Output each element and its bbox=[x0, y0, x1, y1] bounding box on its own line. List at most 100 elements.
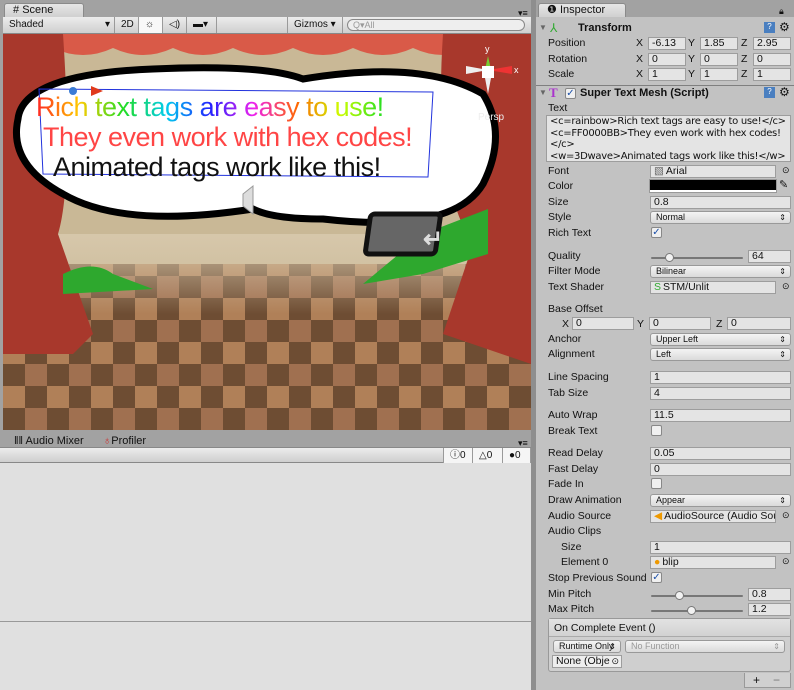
maxpitch-slider[interactable] bbox=[651, 606, 743, 615]
svg-text:x: x bbox=[514, 65, 519, 75]
linespacing-field[interactable]: 1 bbox=[650, 371, 791, 384]
help-icon[interactable]: ? bbox=[764, 22, 775, 33]
font-object-field[interactable]: ▧ Arial bbox=[650, 165, 776, 178]
axis-z-label: Z bbox=[741, 53, 748, 65]
audiosource-object-field[interactable]: ◀ AudioSource (Audio Sou bbox=[650, 510, 776, 523]
lighting-toggle[interactable]: ☼ bbox=[139, 17, 163, 33]
rotation-y-field[interactable]: 0 bbox=[700, 53, 738, 66]
style-dropdown[interactable]: Normal bbox=[650, 211, 791, 224]
filter-dropdown[interactable]: Bilinear bbox=[650, 265, 791, 278]
position-z-field[interactable]: 2.95 bbox=[753, 37, 791, 50]
error-toggle[interactable]: ●0 bbox=[503, 448, 531, 464]
size-label: Size bbox=[548, 196, 569, 208]
search-icon: Q▾ bbox=[353, 20, 365, 30]
element0-object-field[interactable]: ● blip bbox=[650, 556, 776, 569]
axis-x-label: X bbox=[562, 318, 570, 330]
shading-dropdown[interactable]: Shaded ▾ bbox=[3, 17, 115, 33]
align-label: Alignment bbox=[548, 348, 595, 360]
autowrap-field[interactable]: 11.5 bbox=[650, 409, 791, 422]
audio-toggle[interactable]: ◁) bbox=[163, 17, 187, 33]
eyedropper-icon[interactable]: ✎ bbox=[779, 178, 788, 191]
transform-header[interactable]: ▼ ⅄ Transform ? ⚙ bbox=[536, 20, 794, 37]
lock-icon[interactable]: 🔒︎ bbox=[779, 6, 784, 17]
scale-x-field[interactable]: 1 bbox=[648, 68, 686, 81]
effects-dropdown[interactable]: ▬▾ bbox=[187, 17, 217, 33]
rich-checkbox[interactable]: ✓ bbox=[651, 227, 662, 238]
console-area bbox=[0, 463, 531, 690]
color-swatch[interactable] bbox=[649, 179, 777, 193]
font-icon: ▧ bbox=[654, 165, 664, 177]
component-enabled-checkbox[interactable]: ✓ bbox=[565, 88, 576, 99]
console-divider[interactable] bbox=[0, 621, 531, 622]
tab-inspector[interactable]: ❶ Inspector bbox=[538, 3, 626, 17]
tabsize-field[interactable]: 4 bbox=[650, 387, 791, 400]
warning-toggle[interactable]: △0 bbox=[473, 448, 503, 464]
info-toggle[interactable]: ⓘ0 bbox=[443, 448, 473, 464]
stm-header[interactable]: ▼ T ✓ Super Text Mesh (Script) ? ⚙ bbox=[536, 85, 794, 102]
foldout-icon[interactable]: ▼ bbox=[539, 23, 547, 32]
base-offset-y-field[interactable]: 0 bbox=[649, 317, 711, 330]
tabsize-label: Tab Size bbox=[548, 387, 589, 399]
chevron-down-icon: ▾ bbox=[104, 19, 110, 30]
minpitch-field[interactable]: 0.8 bbox=[748, 588, 791, 601]
persp-label[interactable]: Persp bbox=[478, 112, 504, 123]
scene-search-input[interactable]: Q▾All bbox=[347, 19, 525, 31]
tab-profiler[interactable]: ♁Profiler bbox=[103, 435, 146, 447]
profiler-icon: ♁ bbox=[103, 435, 112, 447]
position-y-field[interactable]: 1.85 bbox=[700, 37, 738, 50]
rotation-z-field[interactable]: 0 bbox=[753, 53, 791, 66]
object-picker-icon[interactable]: ⊙ bbox=[782, 281, 790, 292]
breaktext-checkbox[interactable] bbox=[651, 425, 662, 436]
object-picker-icon[interactable]: ⊙ bbox=[611, 656, 619, 667]
tab-audio-mixer[interactable]: ǁǁ Audio Mixer bbox=[14, 435, 84, 447]
quality-slider[interactable] bbox=[651, 253, 743, 262]
scene-view[interactable]: ↵ y x Rich text tags are easy to use! The… bbox=[3, 34, 531, 430]
object-picker-icon[interactable]: ⊙ bbox=[782, 510, 790, 521]
minpitch-slider[interactable] bbox=[651, 591, 743, 600]
shader-object-field[interactable]: S STM/Unlit bbox=[650, 281, 776, 294]
quality-label: Quality bbox=[548, 250, 581, 262]
tab-scene[interactable]: # Scene bbox=[4, 3, 84, 17]
scale-z-field[interactable]: 1 bbox=[753, 68, 791, 81]
fastdelay-field[interactable]: 0 bbox=[650, 463, 791, 476]
gear-icon[interactable]: ⚙ bbox=[779, 85, 790, 99]
clips_size-field[interactable]: 1 bbox=[650, 541, 791, 554]
fadein-checkbox[interactable] bbox=[651, 478, 662, 489]
maxpitch-field[interactable]: 1.2 bbox=[748, 603, 791, 616]
align-dropdown[interactable]: Left bbox=[650, 348, 791, 361]
base-offset-z-field[interactable]: 0 bbox=[727, 317, 791, 330]
base-offset-x-field[interactable]: 0 bbox=[572, 317, 634, 330]
position-x-field[interactable]: -6.13 bbox=[648, 37, 686, 50]
panel-menu-icon[interactable]: ▾≡ bbox=[518, 8, 528, 19]
script-icon: T bbox=[549, 85, 558, 100]
runtime-dropdown[interactable]: Runtime Only bbox=[553, 640, 621, 653]
anchor-dropdown[interactable]: Upper Left bbox=[650, 333, 791, 346]
help-icon[interactable]: ? bbox=[764, 87, 775, 98]
audioclips-label: Audio Clips bbox=[548, 525, 602, 537]
drawanim-dropdown[interactable]: Appear bbox=[650, 494, 791, 507]
rotation-x-field[interactable]: 0 bbox=[648, 53, 686, 66]
element0-label: Element 0 bbox=[561, 556, 609, 568]
2d-toggle[interactable]: 2D bbox=[115, 17, 139, 33]
function-dropdown[interactable]: No Function bbox=[625, 640, 785, 653]
slider-handle[interactable] bbox=[686, 606, 696, 615]
event-target-field[interactable]: None (Obje ⊙ bbox=[552, 655, 622, 668]
foldout-icon[interactable]: ▼ bbox=[539, 88, 547, 97]
object-picker-icon[interactable]: ⊙ bbox=[782, 165, 790, 176]
linespacing-label: Line Spacing bbox=[548, 371, 609, 383]
scene-toolbar: Shaded ▾ 2D ☼ ◁) ▬▾ Gizmos ▾ Q▾All bbox=[3, 17, 531, 34]
gear-icon[interactable]: ⚙ bbox=[779, 20, 790, 34]
readdelay-field[interactable]: 0.05 bbox=[650, 447, 791, 460]
gizmos-dropdown[interactable]: Gizmos ▾ bbox=[287, 17, 343, 33]
quality-field[interactable]: 64 bbox=[748, 250, 791, 263]
slider-handle[interactable] bbox=[674, 591, 684, 600]
add-button[interactable]: + bbox=[753, 673, 760, 687]
scale-y-field[interactable]: 1 bbox=[700, 68, 738, 81]
text-area[interactable]: <c=rainbow>Rich text tags are easy to us… bbox=[546, 115, 791, 162]
bubble-line-wave: Animated tags work like this! bbox=[53, 152, 381, 182]
size-field[interactable]: 0.8 bbox=[650, 196, 791, 209]
stopprev-checkbox[interactable]: ✓ bbox=[651, 572, 662, 583]
audio-clip-icon: ● bbox=[654, 556, 661, 568]
remove-button[interactable]: − bbox=[773, 673, 780, 687]
object-picker-icon[interactable]: ⊙ bbox=[782, 556, 790, 567]
